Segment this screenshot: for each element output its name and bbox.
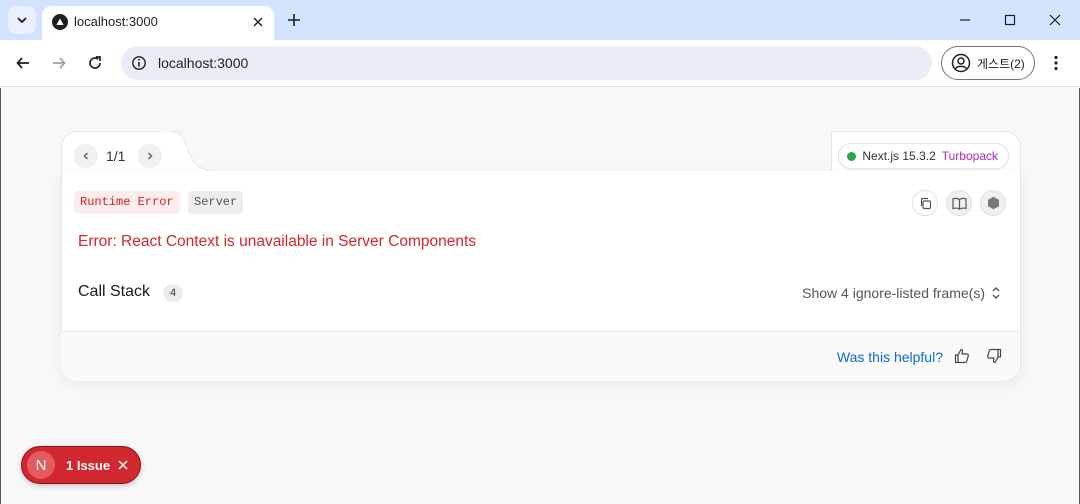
thumbs-up-icon (954, 348, 969, 364)
chevron-right-icon (147, 152, 153, 160)
book-open-icon (951, 197, 967, 210)
minimize-icon (960, 19, 970, 21)
nextjs-version-badge[interactable]: Next.js 15.3.2 Turbopack (838, 143, 1009, 169)
account-icon (951, 53, 971, 73)
show-ignored-frames-button[interactable]: Show 4 ignore-listed frame(s) (802, 285, 1001, 301)
call-stack-title: Call Stack (78, 283, 151, 300)
arrow-left-icon (16, 57, 29, 69)
forward-button[interactable] (44, 48, 74, 78)
page-viewport: 1/1 Next.js 15.3.2 Turbopack Runtime Err… (0, 88, 1080, 504)
chevron-left-icon (83, 152, 89, 160)
issues-badge[interactable]: N 1 Issue (21, 446, 141, 484)
chevron-up-down-icon (992, 287, 1000, 299)
nextjs-logo-icon[interactable]: N (27, 451, 55, 479)
nextjs-version: Next.js 15.3.2 (862, 149, 936, 163)
close-icon (1049, 14, 1061, 26)
thumbs-down-icon (987, 348, 1002, 364)
tab-title: localhost:3000 (74, 14, 158, 29)
reload-button[interactable] (80, 48, 110, 78)
tab-search-button[interactable] (8, 6, 36, 34)
nextjs-favicon-icon (52, 14, 68, 30)
thumbs-up-button[interactable] (951, 345, 973, 367)
previous-error-button[interactable] (74, 144, 98, 168)
maximize-button[interactable] (987, 4, 1033, 36)
card-header-curve (161, 131, 251, 176)
bundler-name: Turbopack (941, 149, 998, 163)
address-bar[interactable]: localhost:3000 (121, 46, 932, 80)
tab-close-icon[interactable] (250, 14, 266, 30)
issues-count-label[interactable]: 1 Issue (66, 458, 110, 473)
address-bar-url: localhost:3000 (158, 55, 249, 71)
browser-menu-button[interactable] (1044, 48, 1068, 78)
card-footer: Was this helpful? (61, 331, 1019, 381)
docs-button[interactable] (946, 190, 972, 216)
back-button[interactable] (8, 48, 38, 78)
thumbs-down-button[interactable] (983, 345, 1005, 367)
error-message: Error: React Context is unavailable in S… (78, 233, 477, 250)
new-tab-button[interactable] (282, 8, 306, 32)
browser-titlebar: localhost:3000 (0, 0, 1080, 40)
copy-error-button[interactable] (912, 190, 938, 216)
profile-label: 게스트(2) (977, 56, 1025, 71)
error-overlay-card: 1/1 Next.js 15.3.2 Turbopack Runtime Err… (61, 131, 1021, 381)
nodejs-hexagon-icon (987, 196, 999, 210)
more-vertical-icon (1054, 55, 1058, 71)
arrow-right-icon (53, 57, 66, 69)
maximize-icon (1004, 14, 1016, 26)
show-ignored-frames-label: Show 4 ignore-listed frame(s) (802, 285, 985, 301)
server-badge: Server (188, 191, 244, 214)
runtime-error-badge: Runtime Error (74, 191, 180, 214)
status-dot (847, 151, 857, 161)
error-pager-count: 1/1 (106, 148, 126, 164)
close-window-button[interactable] (1032, 4, 1078, 36)
dismiss-issues-icon[interactable] (116, 458, 130, 472)
feedback-question: Was this helpful? (836, 349, 943, 365)
next-error-button[interactable] (138, 144, 162, 168)
site-info-icon[interactable] (131, 55, 147, 71)
copy-icon (920, 197, 931, 209)
browser-tab[interactable]: localhost:3000 (42, 6, 274, 40)
chevron-down-icon (17, 17, 27, 24)
browser-toolbar: localhost:3000 게스트(2) (0, 40, 1080, 87)
reload-icon (89, 56, 101, 69)
nodejs-inspector-button[interactable] (980, 190, 1006, 216)
plus-icon (288, 14, 300, 26)
profile-button[interactable]: 게스트(2) (941, 46, 1035, 80)
minimize-button[interactable] (942, 4, 988, 36)
call-stack-count: 4 (163, 284, 183, 302)
